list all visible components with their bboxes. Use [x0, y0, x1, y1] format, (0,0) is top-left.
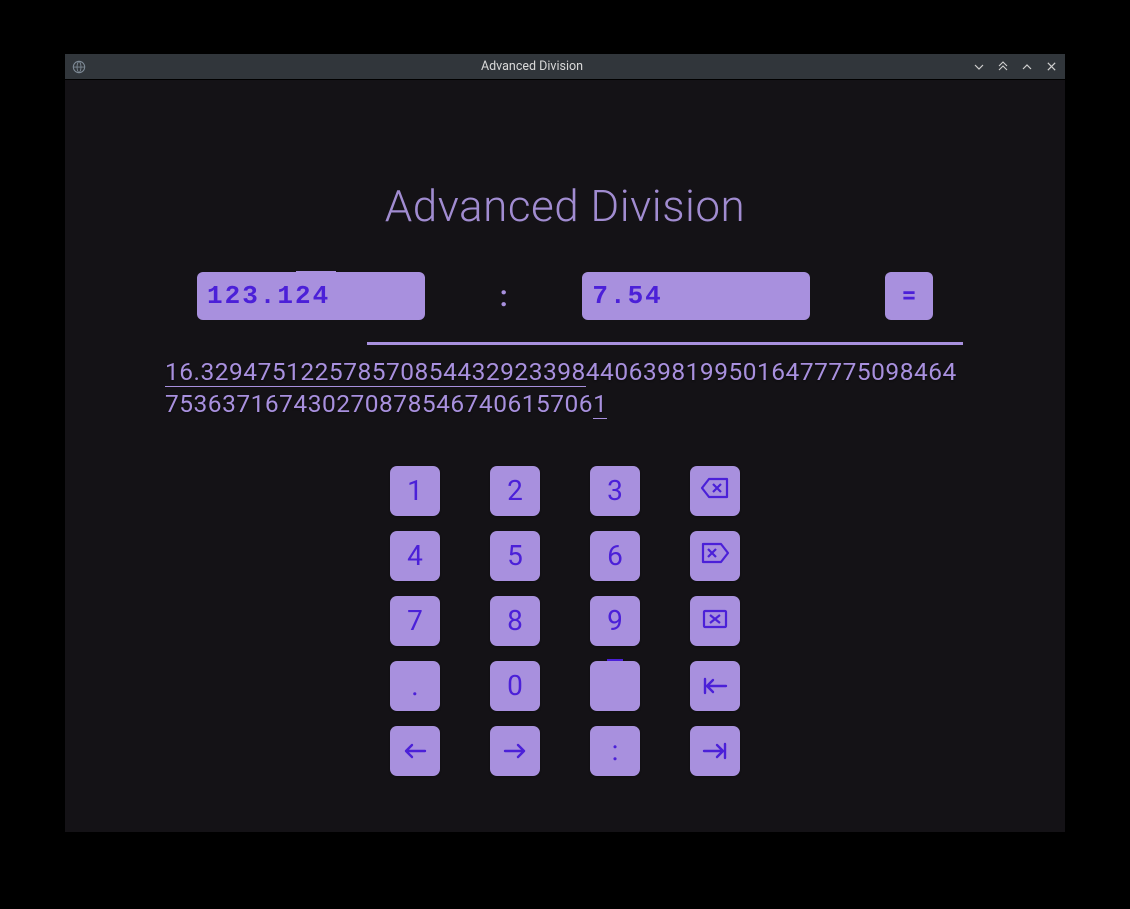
window: Advanced Division Advanced Division 123.…	[65, 54, 1065, 832]
input-row: 123.124 : 7.54 =	[165, 272, 965, 320]
key-backspace[interactable]	[690, 466, 740, 516]
key-8[interactable]: 8	[490, 596, 540, 646]
window-minimize-button[interactable]	[971, 59, 987, 75]
window-title: Advanced Division	[93, 59, 971, 74]
overline-icon	[607, 669, 623, 702]
page-title: Advanced Division	[385, 180, 745, 232]
dividend-input[interactable]: 123.124	[197, 272, 425, 320]
key-0[interactable]: 0	[490, 661, 540, 711]
app-icon	[71, 59, 87, 75]
key-home[interactable]	[690, 661, 740, 711]
key-6[interactable]: 6	[590, 531, 640, 581]
delete-icon	[700, 539, 730, 572]
key-end[interactable]	[690, 726, 740, 776]
key-clear[interactable]	[690, 596, 740, 646]
equals-button[interactable]: =	[885, 272, 933, 320]
key-overline[interactable]	[590, 661, 640, 711]
result-text: 16.3294751225785708544329233984406398199…	[165, 356, 965, 420]
result-period-overline	[367, 342, 963, 345]
backspace-icon	[700, 474, 730, 507]
dividend-period-overline	[296, 271, 336, 274]
key-1[interactable]: 1	[390, 466, 440, 516]
keypad: 1 2 3 4 5 6 7	[390, 466, 740, 776]
window-controls	[971, 59, 1059, 75]
window-maximize-button[interactable]	[1019, 59, 1035, 75]
key-4[interactable]: 4	[390, 531, 440, 581]
window-restore-button[interactable]	[995, 59, 1011, 75]
titlebar: Advanced Division	[65, 54, 1065, 80]
arrow-bar-left-icon	[702, 669, 728, 702]
dividend-value: 123.124	[207, 281, 330, 311]
key-delete[interactable]	[690, 531, 740, 581]
key-left[interactable]	[390, 726, 440, 776]
key-colon[interactable]: :	[590, 726, 640, 776]
key-9[interactable]: 9	[590, 596, 640, 646]
clear-icon	[701, 604, 729, 637]
key-3[interactable]: 3	[590, 466, 640, 516]
key-right[interactable]	[490, 726, 540, 776]
key-2[interactable]: 2	[490, 466, 540, 516]
key-decimal[interactable]: .	[390, 661, 440, 711]
key-7[interactable]: 7	[390, 596, 440, 646]
arrow-bar-right-icon	[702, 734, 728, 767]
divisor-input[interactable]: 7.54	[582, 272, 810, 320]
app-body: Advanced Division 123.124 : 7.54 = 16.32…	[65, 80, 1065, 832]
divisor-value: 7.54	[592, 281, 662, 311]
result-block: 16.3294751225785708544329233984406398199…	[165, 356, 965, 456]
arrow-right-icon	[502, 734, 528, 767]
key-5[interactable]: 5	[490, 531, 540, 581]
window-close-button[interactable]	[1043, 59, 1059, 75]
result-selected: 16.329475122578570854432923398	[165, 357, 586, 387]
arrow-left-icon	[402, 734, 428, 767]
division-separator: :	[500, 279, 508, 314]
